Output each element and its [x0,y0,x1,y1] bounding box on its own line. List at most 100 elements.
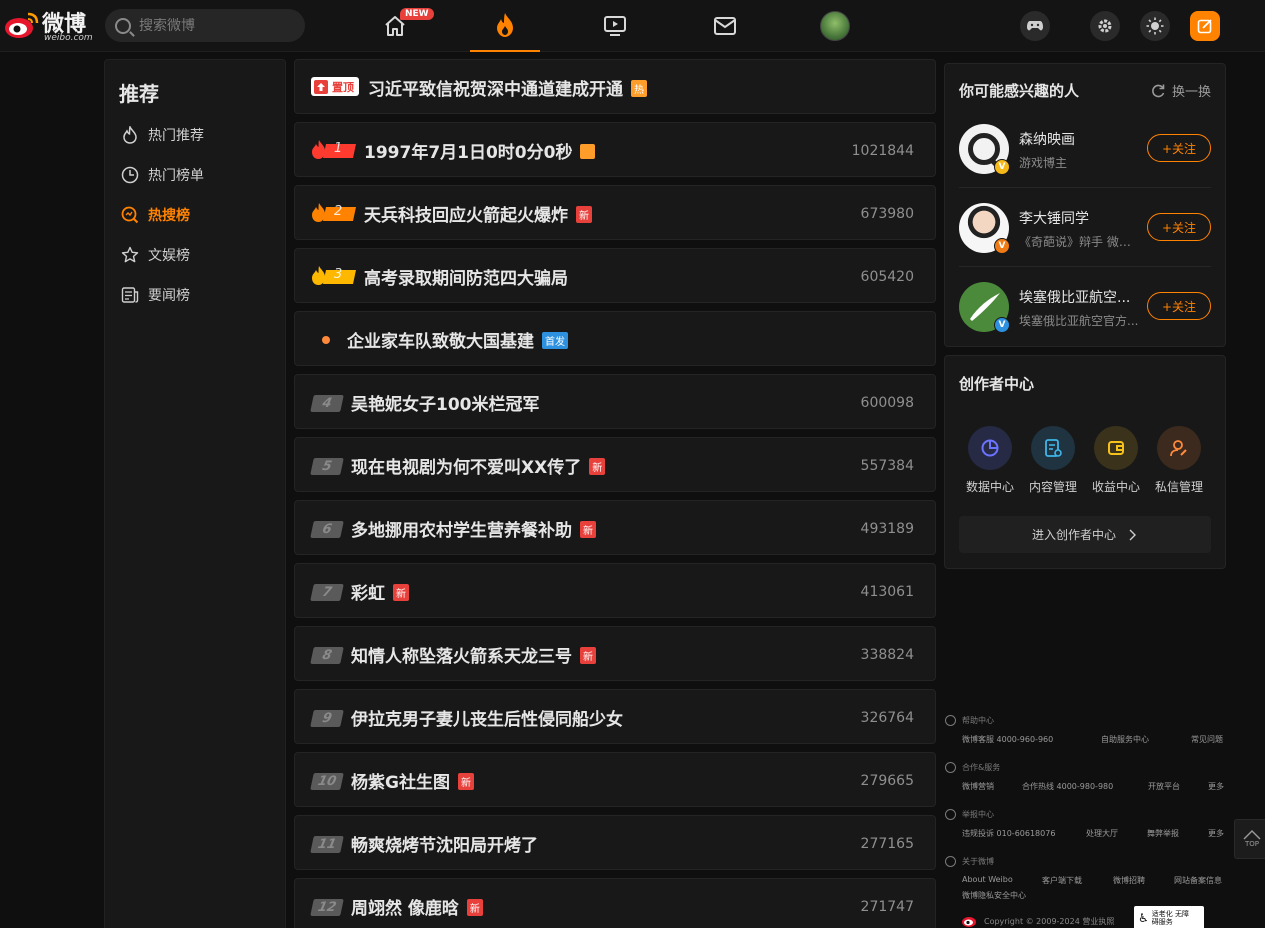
verified-badge: V [994,159,1010,175]
hot-search-item[interactable]: 1 1997年7月1日0时0分0秒 1021844 [294,122,936,177]
elder-friendly-badge[interactable]: ♿ 适老化 无障碍服务 [1134,906,1204,928]
footer-link[interactable]: 网站备案信息 [1174,875,1222,886]
hot-search-title-text: 习近平致信祝贺深中通道建成开通 [368,80,623,100]
follow-button[interactable]: +关注 [1147,292,1211,320]
follow-button[interactable]: +关注 [1147,213,1211,241]
hot-search-item[interactable]: 7 彩虹新 413061 [294,563,936,618]
copyright-text: Copyright © 2009-2024 营业执照 [984,917,1115,926]
back-to-top-button[interactable]: TOP [1234,819,1265,859]
footer-section-head: 举报中心 [962,810,994,819]
message-manage-button[interactable] [1157,426,1201,470]
hot-search-item[interactable]: 6 多地挪用农村学生营养餐补助新 493189 [294,500,936,555]
hot-search-title-text: 畅爽烧烤节沈阳局开烤了 [351,836,538,856]
earnings-center-button[interactable] [1094,426,1138,470]
user-name[interactable]: 李大锤同学 [1019,208,1139,228]
compose-icon [1197,19,1212,34]
hot-search-title: 杨紫G社生图新 [351,768,474,793]
user-name[interactable]: 森纳映画 [1019,129,1139,149]
creator-item-label[interactable]: 收益中心 [1084,478,1148,495]
first-tag: 首发 [542,331,568,349]
flame-icon [121,126,139,144]
hot-search-title-text: 多地挪用农村学生营养餐补助 [351,521,572,541]
help-icon [945,715,956,726]
suggested-user[interactable]: V 李大锤同学 《奇葩说》辩手 微博... +关注 [959,203,1211,282]
hot-search-item[interactable]: 9 伊拉克男子妻儿丧生后性侵同船少女 326764 [294,689,936,744]
footer-link[interactable]: 开放平台 [1148,781,1180,792]
privacy-link[interactable]: 微博隐私安全中心 [962,890,1026,901]
hot-search-item[interactable]: 11 畅爽烧烤节沈阳局开烤了 277165 [294,815,936,870]
left-sidebar: 推荐 热门推荐 热门榜单 热搜榜 文娱榜 要闻榜 [104,59,286,928]
footer-link[interactable]: 微博客服 4000-960-960 [962,734,1053,745]
hot-search-item[interactable]: 10 杨紫G社生图新 279665 [294,752,936,807]
hot-search-count: 557384 [860,458,914,474]
compose-button[interactable] [1190,11,1220,41]
sidebar-item-hot-recommend[interactable]: 热门推荐 [121,123,204,147]
creator-item-label[interactable]: 数据中心 [958,478,1022,495]
rank-number: 5 [310,458,344,475]
nav-video[interactable] [580,0,650,52]
game-button[interactable] [1020,11,1050,41]
creator-item-label[interactable]: 内容管理 [1021,478,1085,495]
suggested-user[interactable]: V 森纳映画 游戏博主 +关注 [959,124,1211,203]
gear-icon [1098,19,1112,33]
sidebar-item-hot-search[interactable]: 热搜榜 [121,203,190,227]
hot-search-pinned[interactable]: 置顶 习近平致信祝贺深中通道建成开通热 [294,59,936,114]
nav-profile[interactable] [800,0,870,52]
footer-link[interactable]: 更多 [1208,828,1224,839]
footer-link[interactable]: 微博营销 [962,781,994,792]
sidebar-item-entertainment[interactable]: 文娱榜 [121,243,190,267]
search-icon [115,17,131,34]
footer-link[interactable]: About Weibo [962,875,1013,884]
footer-link[interactable]: 常见问题 [1191,734,1223,745]
hot-search-count: 413061 [860,584,914,600]
elder-friendly-label: 适老化 无障碍服务 [1151,910,1189,926]
clock-icon [121,166,139,184]
enter-creator-center-button[interactable]: 进入创作者中心 [959,516,1211,553]
nav-messages[interactable] [690,0,760,52]
creator-item-label[interactable]: 私信管理 [1147,478,1211,495]
star-icon [121,246,139,264]
report-icon [945,809,956,820]
hot-search-title-text: 周翊然 像鹿晗 [351,899,459,919]
flame-icon [497,13,513,37]
hot-search-item[interactable]: 4 吴艳妮女子100米栏冠军 600098 [294,374,936,429]
rank-number: 12 [310,899,344,916]
hot-search-title: 彩虹新 [351,579,409,604]
footer-link[interactable]: 舞弊举报 [1147,828,1179,839]
theme-toggle-button[interactable] [1140,11,1170,41]
search-box[interactable] [105,9,305,42]
data-center-button[interactable] [968,426,1012,470]
hot-search-item[interactable]: 2 天兵科技回应火箭起火爆炸新 673980 [294,185,936,240]
hot-search-item[interactable]: 5 现在电视剧为何不爱叫XX传了新 557384 [294,437,936,492]
hot-search-title: 1997年7月1日0时0分0秒 [364,138,596,163]
footer-link[interactable]: 合作热线 4000-980-980 [1022,781,1113,792]
rank-number: 3 [334,267,343,282]
footer-link[interactable]: 自助服务中心 [1101,734,1149,745]
footer-link[interactable]: 微博招聘 [1113,875,1145,886]
refresh-button[interactable]: 换一换 [1150,81,1211,100]
footer-link[interactable]: 客户端下载 [1042,875,1082,886]
weibo-logo[interactable]: 微博 weibo.com [4,8,94,43]
sidebar-item-hot-lists[interactable]: 热门榜单 [121,163,204,187]
content-manage-button[interactable] [1031,426,1075,470]
nav-hot[interactable] [470,0,540,52]
user-name[interactable]: 埃塞俄比亚航空... [1019,287,1139,307]
new-tag: 新 [393,583,409,601]
hot-search-item[interactable]: 12 周翊然 像鹿晗新 271747 [294,878,936,928]
footer-link[interactable]: 违规投诉 010-60618076 [962,828,1055,839]
suggested-users-panel: 你可能感兴趣的人 换一换 V 森纳映画 游戏博主 +关注 V 李大锤同学 《奇葩… [944,63,1226,347]
hot-search-item[interactable]: 企业家车队致敬大国基建 首发 [294,311,936,366]
suggested-user[interactable]: V 埃塞俄比亚航空... 埃塞俄比亚航空官方... +关注 [959,282,1211,361]
follow-button[interactable]: +关注 [1147,134,1211,162]
search-input[interactable] [139,17,289,34]
hot-search-item[interactable]: 8 知情人称坠落火箭系天龙三号新 338824 [294,626,936,681]
mail-icon [714,17,736,35]
hot-search-title-text: 现在电视剧为何不爱叫XX传了 [351,458,582,478]
footer-link[interactable]: 处理大厅 [1086,828,1118,839]
settings-button[interactable] [1090,11,1120,41]
hot-search-item[interactable]: 3 高考录取期间防范四大骗局 605420 [294,248,936,303]
footer-link[interactable]: 更多 [1208,781,1224,792]
sidebar-item-news[interactable]: 要闻榜 [121,283,190,307]
hot-search-title: 吴艳妮女子100米栏冠军 [351,390,540,415]
refresh-label: 换一换 [1171,85,1211,100]
